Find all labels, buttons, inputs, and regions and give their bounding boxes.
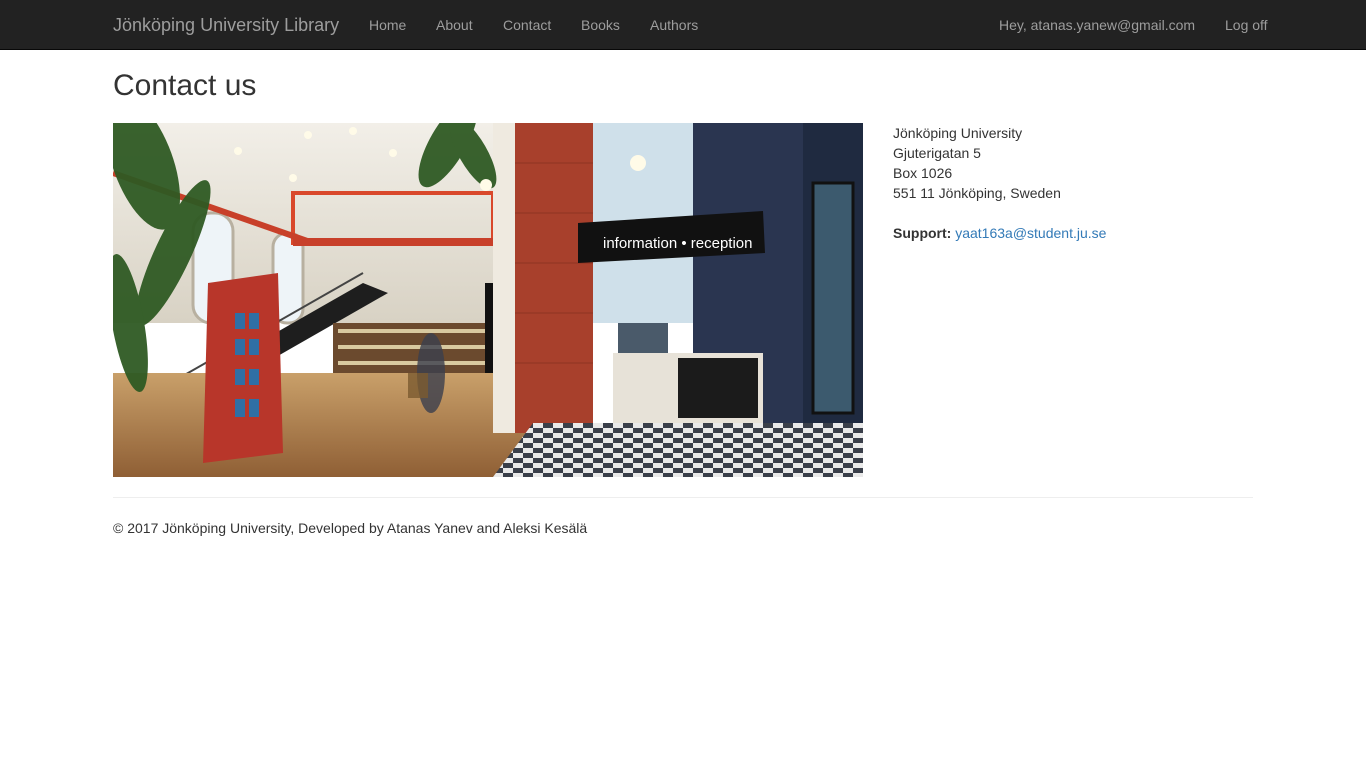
- nav-contact-link[interactable]: Contact: [503, 15, 551, 35]
- logoff-link[interactable]: Log off: [1225, 15, 1268, 35]
- address-line-street: Gjuterigatan 5: [893, 145, 981, 161]
- address-line-university: Jönköping University: [893, 125, 1023, 141]
- library-interior-image: information • reception: [113, 123, 863, 477]
- nav-authors-link[interactable]: Authors: [650, 15, 698, 35]
- footer-text: © 2017 Jönköping University, Developed b…: [113, 520, 588, 536]
- brand-link[interactable]: Jönköping University Library: [113, 14, 339, 36]
- footer-divider: [113, 497, 1253, 498]
- address-line-box: Box 1026: [893, 165, 953, 181]
- nav-about-link[interactable]: About: [436, 15, 473, 35]
- support-email-link[interactable]: yaat163a@student.ju.se: [955, 225, 1106, 241]
- support-label: Support:: [893, 225, 952, 241]
- address-line-city: 551 11 Jönköping, Sweden: [893, 185, 1061, 201]
- nav-books-link[interactable]: Books: [581, 15, 620, 35]
- top-navbar: Jönköping University Library Home About …: [0, 0, 1366, 50]
- contact-address: Jönköping University Gjuterigatan 5 Box …: [893, 123, 1253, 203]
- user-greeting-link[interactable]: Hey, atanas.yanew@gmail.com: [999, 15, 1195, 35]
- support-contact: Support: yaat163a@student.ju.se: [893, 223, 1106, 243]
- nav-home-link[interactable]: Home: [369, 15, 406, 35]
- library-photo: information • reception: [113, 123, 863, 477]
- reception-sign-text: information • reception: [603, 235, 753, 252]
- page-title: Contact us: [113, 69, 257, 102]
